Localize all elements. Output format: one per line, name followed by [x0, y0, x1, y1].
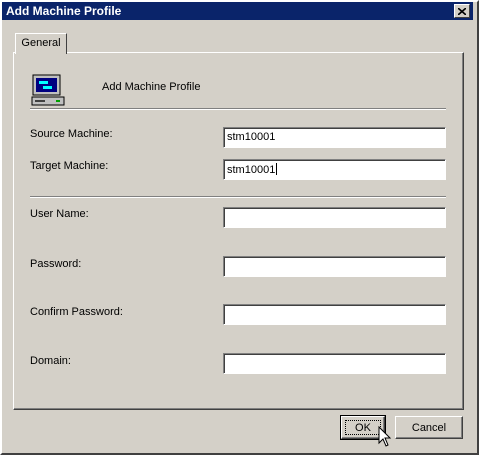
target-machine-field[interactable]: stm10001: [223, 159, 446, 180]
source-machine-label: Source Machine:: [30, 128, 113, 140]
separator: [30, 196, 446, 198]
source-machine-field[interactable]: stm10001: [223, 127, 446, 148]
separator: [30, 108, 446, 110]
password-label: Password:: [30, 258, 82, 270]
confirm-password-label: Confirm Password:: [30, 306, 123, 318]
tab-general[interactable]: General: [15, 33, 67, 54]
title-bar[interactable]: Add Machine Profile: [2, 2, 473, 20]
cancel-button[interactable]: Cancel: [395, 416, 463, 439]
close-button[interactable]: [454, 4, 470, 18]
header-title: Add Machine Profile: [102, 81, 201, 93]
source-machine-value: stm10001: [227, 131, 276, 143]
password-field[interactable]: [223, 256, 446, 277]
target-machine-label: Target Machine:: [30, 160, 109, 172]
computer-monitor-icon: [31, 74, 65, 106]
focus-rectangle: [345, 420, 381, 435]
window-title: Add Machine Profile: [6, 4, 122, 18]
mouse-pointer-icon: [378, 426, 392, 447]
domain-label: Domain:: [30, 355, 71, 367]
user-name-label: User Name:: [30, 208, 89, 220]
user-name-field[interactable]: [223, 207, 446, 228]
close-icon: [458, 7, 466, 15]
target-machine-value: stm10001: [227, 164, 276, 176]
cancel-button-label: Cancel: [411, 421, 447, 434]
confirm-password-field[interactable]: [223, 304, 446, 325]
tab-general-label: General: [21, 37, 61, 49]
domain-field[interactable]: [223, 353, 446, 374]
text-caret: [276, 163, 278, 175]
